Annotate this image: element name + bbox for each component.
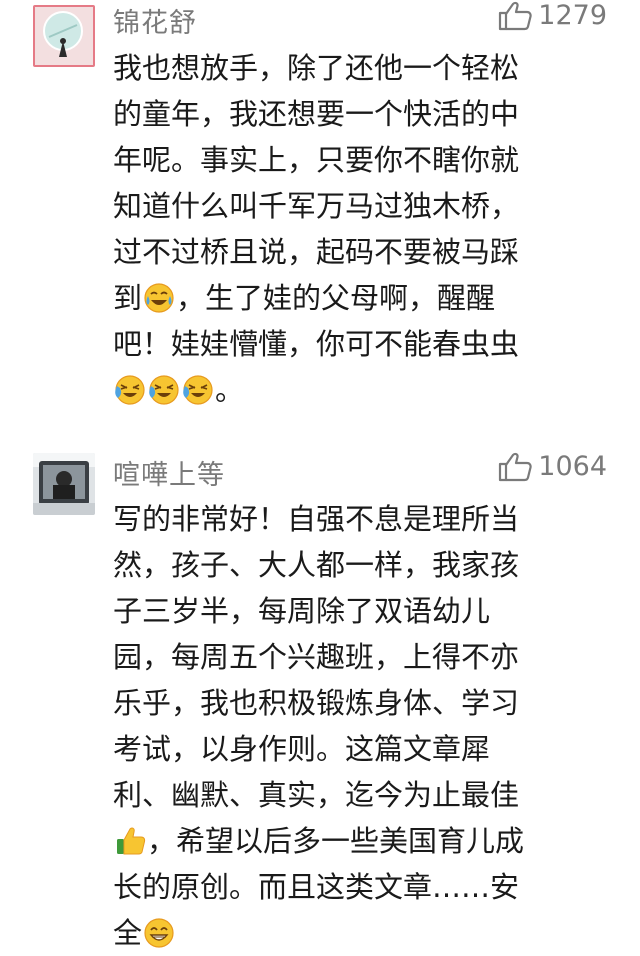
comment-line: ，希望以后多一些美国育儿成	[113, 818, 593, 864]
avatar[interactable]	[33, 453, 95, 515]
comment-line: 年呢。事实上，只要你不瞎你就	[113, 143, 520, 177]
comment-line: 园，每周五个兴趣班，上得不亦	[113, 640, 520, 674]
comment-line: 子三岁半，每周除了双语幼儿	[113, 594, 491, 628]
grinning-emoji-icon	[144, 918, 174, 948]
comment-line: 过不过桥且说，起码不要被马踩	[113, 235, 520, 269]
crying-laughing-emoji-icon	[115, 375, 145, 405]
thumbs-up-emoji-icon	[117, 827, 146, 855]
username[interactable]: 喧嘩上等	[113, 453, 225, 492]
thumbs-up-icon	[499, 1, 532, 30]
comment-line: 吧！娃娃懵懂，你可不能春虫虫	[113, 327, 520, 361]
comment-line: 长的原创。而且这类文章……安	[113, 870, 520, 904]
crying-laughing-emoji-icon	[149, 375, 179, 405]
comment-line: 知道什么叫千军万马过独木桥，	[113, 189, 520, 223]
comment-line: 写的非常好！自强不息是理所当	[113, 502, 520, 536]
comment-line: 我也想放手，除了还他一个轻松	[113, 51, 520, 85]
like-count: 1279	[538, 0, 607, 31]
comment-text-fragment: 。	[215, 373, 245, 407]
comment-text-fragment: 全	[113, 916, 143, 950]
like-button[interactable]: 1279	[498, 0, 607, 31]
comment-line: 然，孩子、大人都一样，我家孩	[113, 548, 520, 582]
comment-line: 的童年，我还想要一个快活的中	[113, 97, 520, 131]
comment-line: 。	[113, 367, 593, 413]
comment-line: 乐乎，我也积极锻炼身体、学习	[113, 686, 520, 720]
tears-of-joy-emoji-icon	[144, 283, 174, 313]
avatar[interactable]	[33, 5, 95, 67]
thumbs-up-icon	[499, 452, 532, 481]
comment-line: 利、幽默、真实，迄今为止最佳	[113, 778, 520, 812]
avatar-image	[33, 5, 95, 67]
comment-line: 全	[113, 910, 593, 956]
username[interactable]: 锦花舒	[113, 1, 197, 40]
avatar-image	[33, 453, 95, 515]
like-count: 1064	[538, 451, 607, 482]
comment-line: 到 ，生了娃的父母啊，醒醒	[113, 275, 593, 321]
comment-text-fragment: ，生了娃的父母啊，醒醒	[176, 281, 496, 315]
comment-line: 考试，以身作则。这篇文章犀	[113, 732, 491, 766]
comment-text: 写的非常好！自强不息是理所当 然，孩子、大人都一样，我家孩 子三岁半，每周除了双…	[113, 496, 593, 956]
comment-text: 我也想放手，除了还他一个轻松 的童年，我还想要一个快活的中 年呢。事实上，只要你…	[113, 45, 593, 413]
comment-text-fragment: ，希望以后多一些美国育儿成	[147, 824, 525, 858]
like-button[interactable]: 1064	[498, 451, 607, 482]
crying-laughing-emoji-icon	[183, 375, 213, 405]
comment-text-fragment: 到	[113, 281, 143, 315]
